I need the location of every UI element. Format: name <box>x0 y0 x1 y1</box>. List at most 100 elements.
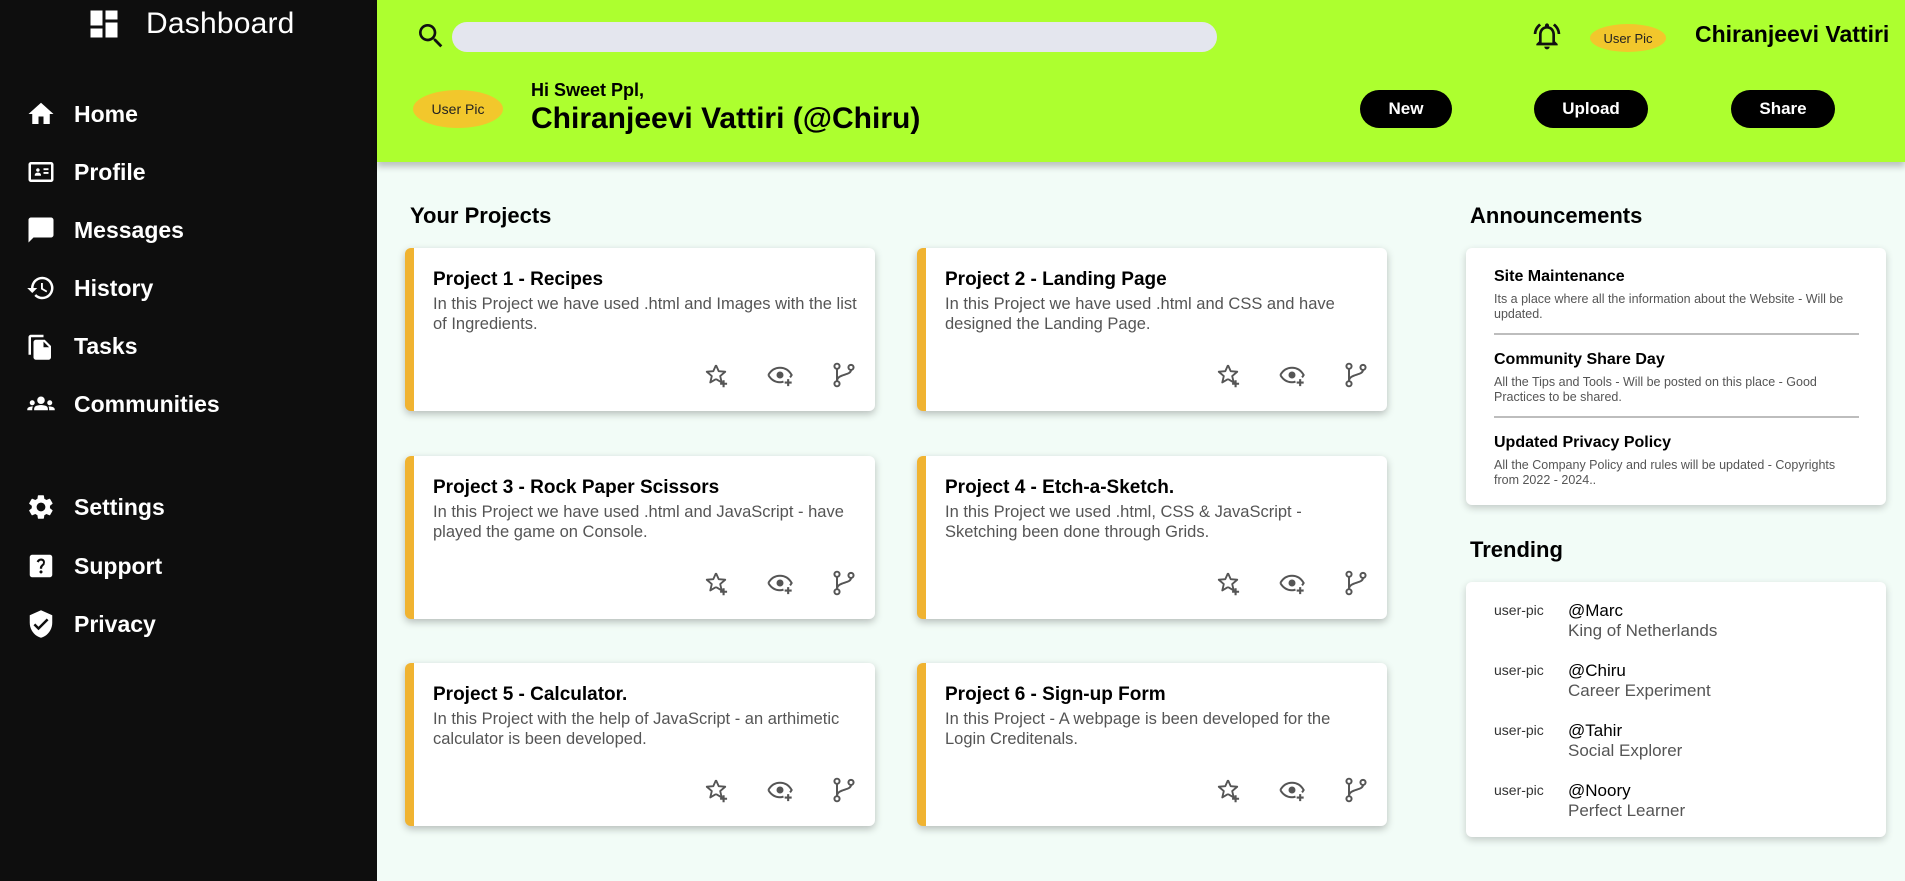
fork-icon[interactable] <box>830 569 858 597</box>
announcement-item[interactable]: Site Maintenance Its a place where all t… <box>1494 268 1859 322</box>
trending-title: Trending <box>1470 537 1563 562</box>
project-description: In this Project we have used .html and I… <box>433 295 857 333</box>
announcements-panel: Site Maintenance Its a place where all t… <box>1466 248 1886 505</box>
sidebar-item-home[interactable]: Home <box>26 99 138 129</box>
sidebar-item-privacy[interactable]: Privacy <box>26 609 156 639</box>
project-title: Project 2 - Landing Page <box>945 269 1167 290</box>
star-add-icon[interactable] <box>702 776 730 804</box>
project-description: In this Project we used .html, CSS & Jav… <box>945 503 1302 541</box>
project-title: Project 6 - Sign-up Form <box>945 684 1166 705</box>
header: User Pic Chiranjeevi Vattiri User Pic Hi… <box>377 0 1905 162</box>
trending-panel: user-pic @Marc King of Netherlands user-… <box>1466 582 1886 837</box>
brand[interactable]: Dashboard <box>86 6 295 42</box>
sidebar-item-communities[interactable]: Communities <box>26 389 220 419</box>
trending-item[interactable]: user-pic @Tahir Social Explorer <box>1494 721 1874 767</box>
trending-item[interactable]: user-pic @Marc King of Netherlands <box>1494 601 1874 647</box>
star-add-icon[interactable] <box>1214 776 1242 804</box>
trending-subtitle: Social Explorer <box>1568 741 1683 760</box>
profile-card-icon <box>28 162 54 182</box>
sidebar-item-settings[interactable]: Settings <box>26 492 165 522</box>
project-card[interactable]: Project 2 - Landing Page In this Project … <box>917 248 1387 411</box>
share-button[interactable]: Share <box>1731 90 1835 128</box>
fork-icon[interactable] <box>1342 361 1370 389</box>
home-icon <box>28 102 54 124</box>
trending-user-pic: user-pic <box>1494 722 1544 738</box>
message-icon <box>28 217 54 243</box>
upload-button[interactable]: Upload <box>1534 90 1648 128</box>
announcement-item[interactable]: Community Share Day All the Tips and Too… <box>1494 351 1859 405</box>
announcement-text: All the Company Policy and rules will be… <box>1494 458 1836 487</box>
sidebar-item-label: Profile <box>74 158 146 185</box>
project-description: In this Project we have used .html and J… <box>433 503 844 541</box>
project-card[interactable]: Project 4 - Etch-a-Sketch. In this Projec… <box>917 456 1387 619</box>
sidebar-item-support[interactable]: Support <box>26 551 162 581</box>
watch-add-icon[interactable] <box>766 361 794 389</box>
announcement-title: Updated Privacy Policy <box>1494 434 1671 451</box>
trending-handle: @Noory <box>1568 781 1631 800</box>
announcement-text: Its a place where all the information ab… <box>1494 292 1844 321</box>
announcement-item[interactable]: Updated Privacy Policy All the Company P… <box>1494 434 1859 488</box>
fork-icon[interactable] <box>1342 776 1370 804</box>
sidebar-item-history[interactable]: History <box>26 273 153 303</box>
announcements-title: Announcements <box>1470 203 1643 228</box>
sidebar-item-messages[interactable]: Messages <box>26 215 184 245</box>
star-add-icon[interactable] <box>1214 569 1242 597</box>
project-title: Project 1 - Recipes <box>433 269 604 290</box>
watch-add-icon[interactable] <box>1278 361 1306 389</box>
search-icon[interactable] <box>415 20 447 52</box>
project-title: Project 3 - Rock Paper Scissors <box>433 477 720 498</box>
watch-add-icon[interactable] <box>1278 569 1306 597</box>
help-icon <box>29 554 53 578</box>
project-description: In this Project - A webpage is been deve… <box>945 710 1331 748</box>
watch-add-icon[interactable] <box>766 569 794 597</box>
star-add-icon[interactable] <box>702 569 730 597</box>
project-card[interactable]: Project 5 - Calculator. In this Project w… <box>405 663 875 826</box>
divider <box>1494 333 1859 335</box>
trending-handle: @Marc <box>1568 601 1624 620</box>
divider <box>1494 416 1859 418</box>
sidebar-item-label: History <box>74 274 154 301</box>
sidebar-item-profile[interactable]: Profile <box>26 157 146 187</box>
project-card[interactable]: Project 3 - Rock Paper Scissors In this P… <box>405 456 875 619</box>
communities-icon <box>27 396 55 411</box>
avatar-alt-text: User Pic <box>1603 30 1653 46</box>
tasks-icon <box>28 334 51 360</box>
fork-icon[interactable] <box>1342 569 1370 597</box>
announcement-text: All the Tips and Tools - Will be posted … <box>1494 375 1817 404</box>
gear-icon <box>29 495 53 519</box>
watch-add-icon[interactable] <box>766 776 794 804</box>
trending-subtitle: King of Netherlands <box>1568 621 1718 640</box>
trending-user-pic: user-pic <box>1494 782 1544 798</box>
star-add-icon[interactable] <box>1214 361 1242 389</box>
new-button[interactable]: New <box>1360 90 1452 128</box>
sidebar-item-label: Support <box>74 552 163 579</box>
bell-ring-icon[interactable] <box>1531 20 1563 52</box>
fork-icon[interactable] <box>830 361 858 389</box>
fork-icon[interactable] <box>830 776 858 804</box>
profile-avatar: User Pic <box>413 90 503 128</box>
sidebar-item-label: Messages <box>74 216 184 243</box>
trending-handle: @Tahir <box>1568 721 1623 740</box>
search-input[interactable] <box>452 22 1217 52</box>
trending-item[interactable]: user-pic @Chiru Career Experiment <box>1494 661 1874 707</box>
trending-item[interactable]: user-pic @Noory Perfect Learner <box>1494 781 1874 827</box>
project-title: Project 5 - Calculator. <box>433 684 628 705</box>
announcement-title: Site Maintenance <box>1494 268 1625 285</box>
history-icon <box>27 276 54 300</box>
trending-subtitle: Perfect Learner <box>1568 801 1686 820</box>
star-add-icon[interactable] <box>702 361 730 389</box>
greeting: Hi Sweet Ppl, <box>531 80 645 100</box>
project-card[interactable]: Project 1 - Recipes In this Project we ha… <box>405 248 875 411</box>
project-card[interactable]: Project 6 - Sign-up Form In this Project … <box>917 663 1387 826</box>
sidebar-item-label: Communities <box>74 390 220 417</box>
header-username: Chiranjeevi Vattiri <box>1695 21 1890 47</box>
watch-add-icon[interactable] <box>1278 776 1306 804</box>
sidebar-item-tasks[interactable]: Tasks <box>26 331 138 361</box>
trending-user-pic: user-pic <box>1494 602 1544 618</box>
avatar[interactable]: User Pic <box>1590 24 1666 52</box>
avatar-alt-text: User Pic <box>431 101 485 117</box>
dashboard-icon <box>90 10 118 38</box>
project-description: In this Project with the help of JavaScr… <box>433 710 840 748</box>
announcement-title: Community Share Day <box>1494 351 1665 368</box>
user-full-name: Chiranjeevi Vattiri (@Chiru) <box>531 102 921 135</box>
